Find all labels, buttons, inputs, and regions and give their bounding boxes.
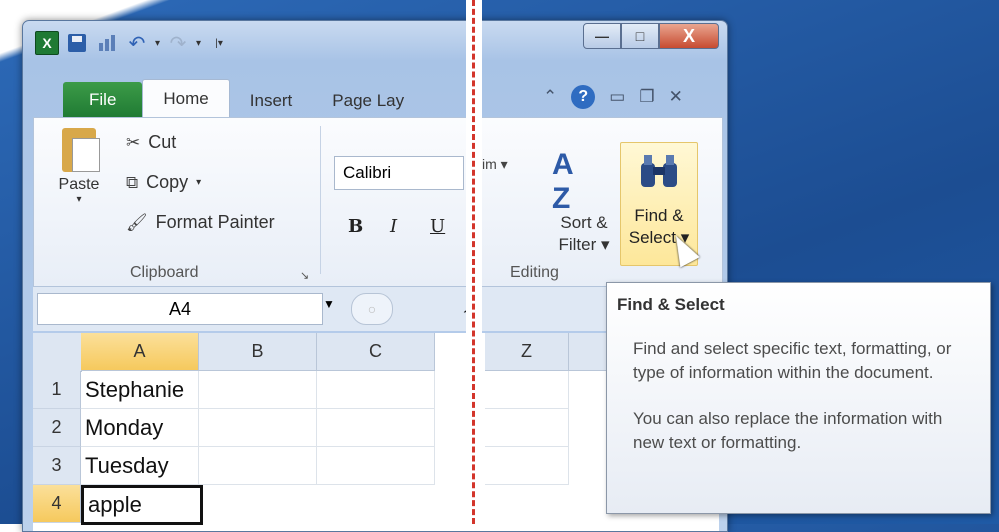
undo-icon[interactable]: ↶ [125,31,149,55]
tooltip-title: Find & Select [617,295,725,314]
redo-icon[interactable]: ↷ [166,31,190,55]
tab-file[interactable]: File [63,82,143,118]
ribbon-tabs: File Home Insert Page Lay [63,78,424,118]
ribbon: Paste ▾ ✂ Cut ⧉ Copy ▾ 🖌 Format Painter … [33,117,723,287]
copy-dropdown-icon[interactable]: ▾ [196,177,201,188]
copy-icon: ⧉ [126,172,139,192]
cut-label: Cut [148,132,177,152]
column-header-a[interactable]: A [81,333,199,371]
italic-button[interactable]: I [390,216,397,237]
name-box-dropdown-icon[interactable]: ▼ [323,297,335,311]
minimize-workbook-icon[interactable]: ▭ [609,87,625,107]
column-header-b[interactable]: B [199,333,317,371]
tab-page-layout[interactable]: Page Lay [312,84,424,118]
help-icon[interactable]: ? [571,85,596,109]
cell-a3[interactable]: Tuesday [81,447,199,485]
format-painter-button[interactable]: 🖌 Format Painter [126,212,275,233]
window-controls: — □ X [583,23,719,49]
column-header-c[interactable]: C [317,333,435,371]
split-divider [466,0,482,524]
excel-icon[interactable]: X [35,31,59,55]
column-header-z[interactable]: Z [485,333,569,371]
restore-workbook-icon[interactable]: ❐ [639,87,654,107]
cell-b2[interactable] [199,409,317,447]
customize-icon[interactable]: |▾ [207,31,231,55]
quick-access-toolbar: X ↶ ▾ ↷ ▾ |▾ [35,31,231,55]
row-header-2[interactable]: 2 [33,409,81,447]
ribbon-right-controls: ⌃ ? ▭ ❐ ✕ [543,85,683,109]
tooltip-description: Find and select specific text, formattin… [633,339,952,382]
tab-insert[interactable]: Insert [230,84,313,118]
cell-z3[interactable] [485,447,569,485]
save-icon[interactable] [65,31,89,55]
close-workbook-icon[interactable]: ✕ [669,87,683,107]
bold-button[interactable]: B [348,216,363,237]
chart-icon[interactable] [95,31,119,55]
clipboard-launcher-icon[interactable]: ↘ [300,269,309,282]
paintbrush-icon: 🖌 [126,212,148,232]
scissors-icon: ✂ [126,132,141,152]
tab-home[interactable]: Home [142,79,230,118]
ribbon-partial-label: im ▾ [482,156,508,172]
row-header-3[interactable]: 3 [33,447,81,485]
cell-b1[interactable] [199,371,317,409]
cell-b3[interactable] [199,447,317,485]
select-all-corner[interactable] [33,333,82,372]
group-separator [320,126,321,274]
row-header-1[interactable]: 1 [33,371,81,409]
cut-button[interactable]: ✂ Cut [126,132,176,153]
cell-c2[interactable] [317,409,435,447]
sort-filter-icon: AZ [552,148,574,215]
row-header-4[interactable]: 4 [33,485,81,523]
collapse-ribbon-icon[interactable]: ⌃ [543,87,557,107]
maximize-button[interactable]: □ [621,23,659,49]
sort-filter-button[interactable]: Sort & Filter ▾ [548,212,620,256]
cell-a2[interactable]: Monday [81,409,199,447]
formula-bar-handle[interactable]: ○ [351,293,393,325]
binoculars-icon [621,149,697,205]
paste-dropdown-icon[interactable]: ▾ [54,194,104,205]
paste-label: Paste [58,176,100,193]
editing-group-label: Editing [510,264,559,281]
find-select-tooltip: Find & Select Find and select specific t… [606,282,991,514]
name-box[interactable]: A4 [37,293,323,325]
cell-c3[interactable] [317,447,435,485]
find-select-label-1: Find & [634,206,684,225]
cell-z2[interactable] [485,409,569,447]
copy-label: Copy [146,172,189,192]
tooltip-replace-note: You can also replace the information wit… [633,409,943,452]
undo-dropdown-icon[interactable]: ▾ [155,38,160,49]
paste-icon [62,128,100,172]
clipboard-group-label: Clipboard [130,264,199,281]
cell-a4[interactable]: apple [81,485,203,525]
title-bar: X ↶ ▾ ↷ ▾ |▾ — □ X [23,21,727,73]
redo-dropdown-icon[interactable]: ▾ [196,38,201,49]
paste-button[interactable]: Paste ▾ [54,128,104,205]
cell-z1[interactable] [485,371,569,409]
format-painter-label: Format Painter [155,212,275,232]
minimize-button[interactable]: — [583,23,621,49]
close-button[interactable]: X [659,23,719,49]
font-name-box[interactable]: Calibri [334,156,464,190]
cell-a1[interactable]: Stephanie [81,371,199,409]
underline-button[interactable]: U [430,216,445,237]
copy-button[interactable]: ⧉ Copy ▾ [126,172,201,193]
cell-c1[interactable] [317,371,435,409]
